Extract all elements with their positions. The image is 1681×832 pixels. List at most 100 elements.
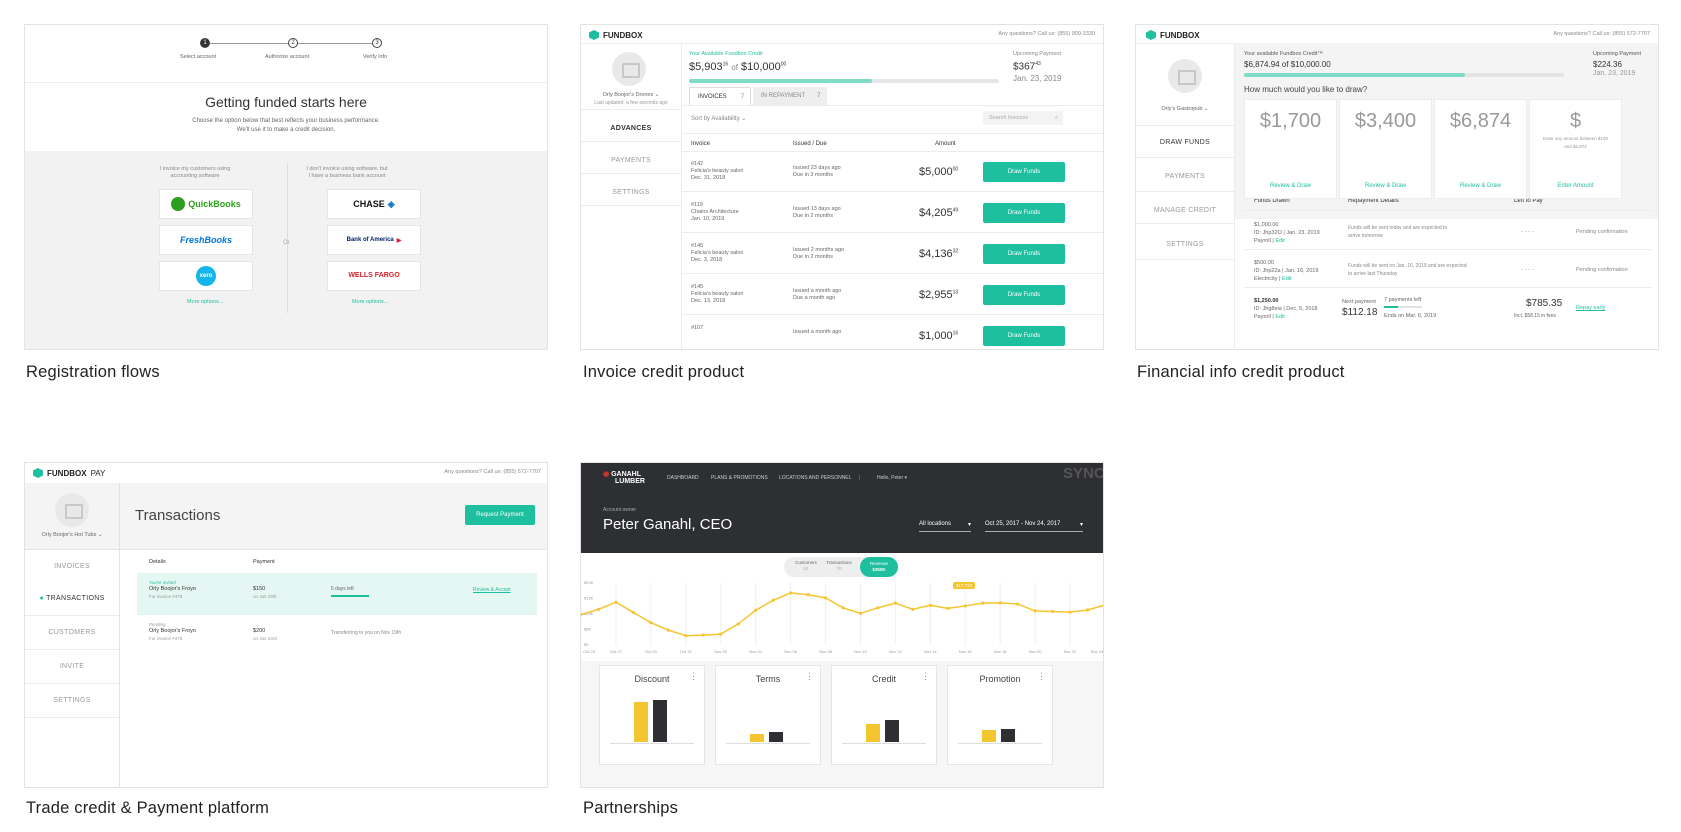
sidebar-item-settings[interactable]: SETTINGS — [1136, 241, 1234, 248]
draw-funds-button[interactable]: Draw Funds — [983, 203, 1065, 223]
search-input[interactable]: Search Invoices ⌕ — [983, 111, 1063, 125]
revenue-data-point[interactable] — [823, 596, 828, 600]
transaction-row-2[interactable]: Pending Orly Boojor's Froyo For invoice … — [137, 615, 537, 655]
draw-option-action[interactable]: Enter Amount — [1530, 183, 1621, 189]
more-options-right-link[interactable]: More options... — [352, 299, 388, 305]
bank-of-america-button[interactable]: Bank of America ▶ — [327, 225, 421, 255]
row-date: on Jan 23rd — [253, 636, 277, 641]
revenue-data-point[interactable] — [1085, 608, 1090, 612]
revenue-data-point[interactable] — [963, 604, 967, 608]
sidebar-item-invoices[interactable]: INVOICES — [25, 563, 119, 570]
draw-option-card[interactable]: $6,874 Review & Draw — [1434, 99, 1527, 199]
freshbooks-button[interactable]: FreshBooks — [159, 225, 253, 255]
revenue-data-point[interactable] — [649, 621, 653, 625]
revenue-data-point[interactable] — [858, 611, 863, 615]
account-selector[interactable]: Orly Boojor's Drones ⌄ — [581, 91, 681, 99]
edit-link[interactable]: Edit — [1275, 314, 1284, 320]
sort-dropdown[interactable]: Sort by Availability ⌄ — [691, 115, 746, 123]
revenue-data-point[interactable] — [876, 606, 880, 610]
revenue-data-point[interactable] — [1103, 603, 1104, 606]
nav-dashboard[interactable]: DASHBOARD — [667, 475, 699, 481]
invoice-amount: $4,205 — [919, 207, 953, 219]
draw-funds-button[interactable]: Draw Funds — [983, 162, 1065, 182]
request-payment-button[interactable]: Request Payment — [465, 505, 535, 525]
wells-fargo-button[interactable]: WELLS FARGO — [327, 261, 421, 291]
tab-in-repayment[interactable]: IN REPAYMENT 7 — [753, 87, 827, 105]
revenue-data-point[interactable] — [806, 593, 810, 597]
revenue-data-point[interactable] — [789, 591, 793, 595]
quickbooks-button[interactable]: QuickBooks — [159, 189, 253, 219]
sidebar-item-customers[interactable]: CUSTOMERS — [25, 629, 119, 636]
revenue-data-point[interactable] — [1016, 602, 1020, 606]
more-options-icon[interactable]: ⋮ — [689, 672, 698, 681]
date-range-filter[interactable]: Oct 25, 2017 - Nov 24, 2017 ▾ — [985, 521, 1083, 532]
y-tick-label: $5K — [584, 627, 591, 632]
revenue-data-point[interactable] — [754, 608, 758, 612]
revenue-data-point[interactable] — [614, 600, 618, 604]
draw-option-card[interactable]: $3,400 Review & Draw — [1339, 99, 1432, 199]
sidebar-item-invite[interactable]: INVITE — [25, 663, 119, 670]
revenue-data-point[interactable] — [631, 610, 635, 615]
invoice-row-details: #107 — [691, 325, 703, 339]
nav-plans-promotions[interactable]: PLANS & PROMOTIONS — [711, 475, 768, 481]
revenue-data-point[interactable] — [684, 634, 688, 638]
more-options-icon[interactable]: ⋮ — [921, 672, 930, 681]
sidebar-item-payments[interactable]: PAYMENTS — [1136, 173, 1234, 180]
draw-option-action[interactable]: Review & Draw — [1435, 183, 1526, 189]
revenue-data-point[interactable] — [998, 601, 1002, 605]
draw-option-action[interactable]: Review & Draw — [1245, 183, 1336, 189]
revenue-data-point[interactable] — [666, 628, 670, 632]
toggle-customers[interactable]: Customers 62 — [789, 560, 823, 572]
more-options-icon[interactable]: ⋮ — [1037, 672, 1046, 681]
revenue-data-point[interactable] — [771, 598, 775, 602]
revenue-data-point[interactable] — [1068, 610, 1072, 614]
edit-link[interactable]: Edit — [1282, 276, 1291, 282]
row-info: Transferring to you on Nov 19th — [331, 630, 402, 636]
revenue-data-point[interactable] — [1051, 609, 1055, 614]
nav-locations-personnel[interactable]: LOCATIONS AND PERSONNEL — [779, 475, 851, 481]
revenue-data-point[interactable] — [1033, 609, 1037, 613]
revenue-data-point[interactable] — [911, 607, 915, 611]
review-accept-link[interactable]: Review & Accept — [473, 587, 511, 593]
sidebar-item-draw-funds[interactable]: DRAW FUNDS — [1136, 139, 1234, 146]
revenue-data-point[interactable] — [981, 601, 985, 605]
x-tick-label: Nov 24 — [1091, 649, 1104, 654]
toggle-transactions[interactable]: Transactions 70 — [821, 560, 857, 572]
toggle-revenue[interactable]: Revenue $350K — [860, 557, 898, 577]
revenue-data-point[interactable] — [701, 633, 705, 637]
sidebar-item-advances[interactable]: ADVANCES — [581, 125, 681, 132]
revenue-data-point[interactable] — [928, 603, 932, 607]
revenue-data-point[interactable] — [719, 632, 723, 636]
account-selector[interactable]: Orly's Gastropub ⌄ — [1136, 105, 1234, 113]
more-options-icon[interactable]: ⋮ — [805, 672, 814, 681]
sidebar-item-settings[interactable]: SETTINGS — [581, 189, 681, 196]
revenue-data-point[interactable] — [893, 601, 897, 605]
repay-early-link[interactable]: Repay early — [1576, 305, 1605, 311]
draw-funds-button[interactable]: Draw Funds — [983, 285, 1065, 305]
more-options-left-link[interactable]: More options... — [187, 299, 223, 305]
draw-funds-button[interactable]: Draw Funds — [983, 326, 1065, 346]
user-menu[interactable]: Hello, Peter ▾ — [877, 475, 907, 481]
ends-date: Ends on Mar. 6, 2019 — [1384, 313, 1437, 319]
transaction-row-1[interactable]: You're invited Orly Boojor's Froyo For i… — [137, 573, 537, 615]
revenue-data-point[interactable] — [596, 607, 601, 611]
draw-funds-button[interactable]: Draw Funds — [983, 244, 1065, 264]
revenue-data-point[interactable] — [946, 606, 950, 611]
tab-invoices[interactable]: INVOICES 7 — [689, 87, 751, 105]
draw-option-action[interactable]: Review & Draw — [1340, 183, 1431, 189]
revenue-data-point[interactable] — [736, 622, 740, 626]
revenue-data-point[interactable] — [841, 606, 845, 610]
step-2-label: Authorize account — [265, 54, 310, 60]
edit-link[interactable]: Edit — [1275, 238, 1284, 244]
sidebar-item-transactions[interactable]: ● TRANSACTIONS — [25, 595, 119, 602]
sidebar-item-manage-credit[interactable]: MANAGE CREDIT — [1136, 207, 1234, 214]
location-filter[interactable]: All locations ▾ — [919, 521, 971, 532]
sidebar-item-payments[interactable]: PAYMENTS — [581, 157, 681, 164]
draw-option-card[interactable]: $ Enter any amount between $100 and $6,87… — [1529, 99, 1622, 199]
sidebar-item-settings[interactable]: SETTINGS — [25, 697, 119, 704]
credit-total-cents: 00 — [780, 61, 787, 68]
chase-button[interactable]: CHASE ◈ — [327, 189, 421, 219]
account-selector[interactable]: Orly Boojor's Hot Tubs ⌄ — [25, 531, 119, 539]
xero-button[interactable]: xero — [159, 261, 253, 291]
draw-option-card[interactable]: $1,700 Review & Draw — [1244, 99, 1337, 199]
